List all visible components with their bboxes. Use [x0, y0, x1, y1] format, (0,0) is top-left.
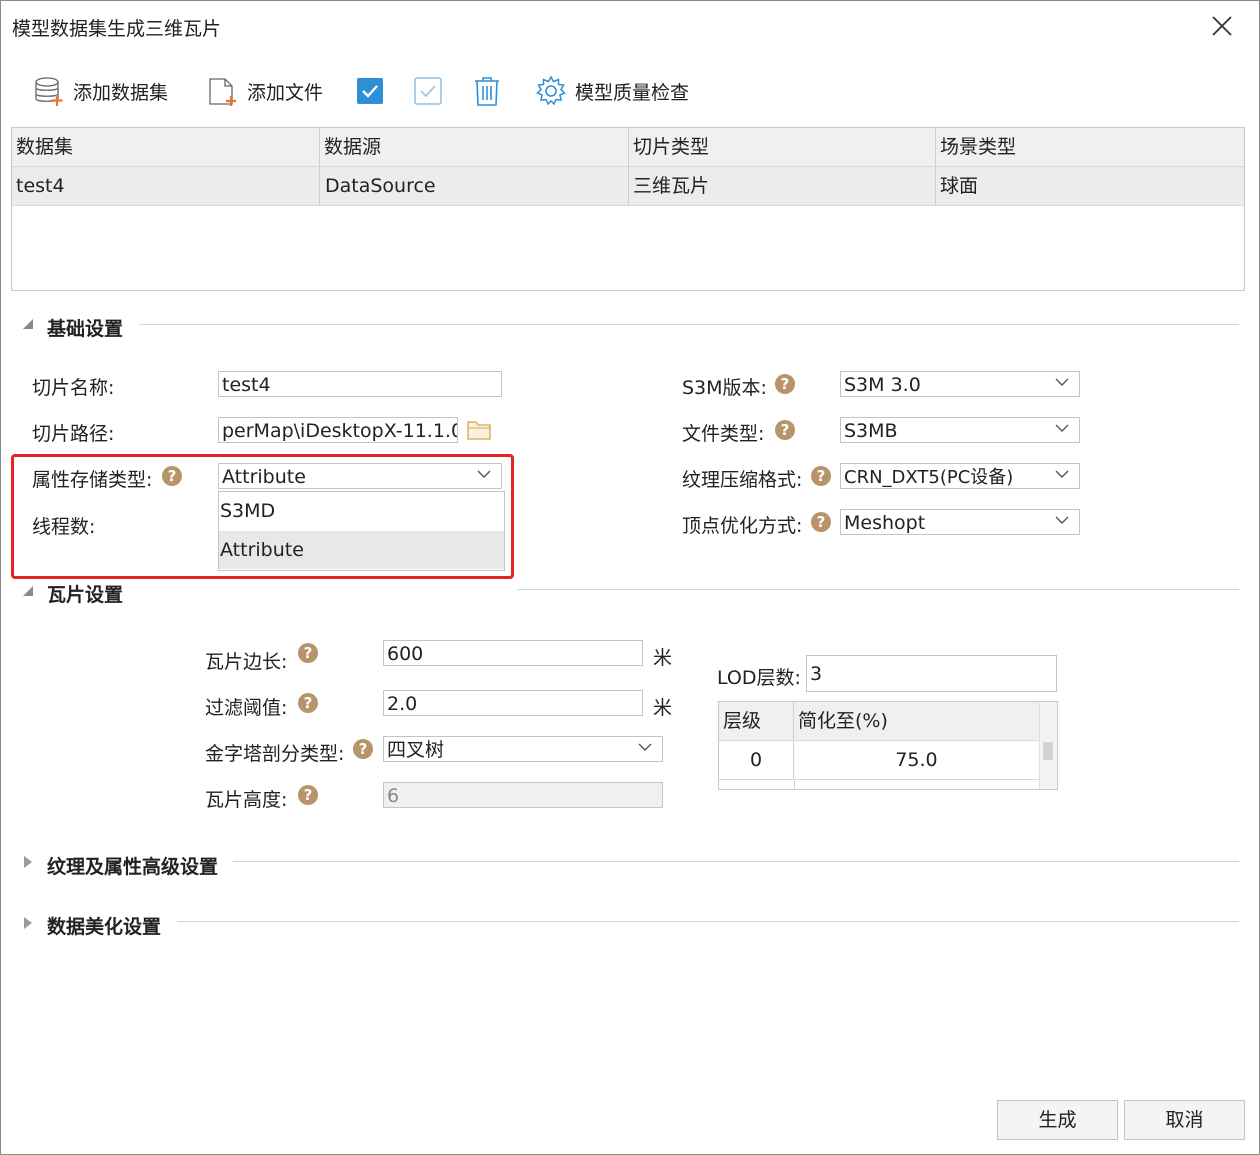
- help-icon[interactable]: ?: [811, 512, 831, 532]
- dialog-window: 模型数据集生成三维瓦片 添加数据集 添加文件 模型质量检查 数据集 数据源 切片…: [0, 0, 1260, 1155]
- filter-threshold-label: 过滤阈值:: [205, 697, 288, 719]
- add-dataset-button[interactable]: 添加数据集: [33, 71, 168, 111]
- tile-edge-input[interactable]: 600: [383, 640, 643, 666]
- lod-table: 层级 简化至(%) 0 75.0: [718, 701, 1058, 790]
- lod-scrollbar[interactable]: [1039, 702, 1057, 789]
- pyramid-type-select[interactable]: 四叉树: [383, 736, 663, 762]
- quality-check-label: 模型质量检查: [575, 81, 690, 104]
- column-header-dataset[interactable]: 数据集: [12, 128, 320, 166]
- tile-edge-unit: 米: [653, 647, 673, 669]
- file-type-select[interactable]: S3MB: [840, 417, 1080, 443]
- select-all-checkbox-icon[interactable]: [356, 77, 384, 105]
- close-icon[interactable]: [1209, 13, 1235, 39]
- delete-icon[interactable]: [473, 76, 501, 106]
- window-title: 模型数据集生成三维瓦片: [12, 18, 222, 40]
- cell-datasource[interactable]: DataSource: [320, 167, 629, 205]
- help-icon[interactable]: ?: [775, 420, 795, 440]
- file-add-icon: [209, 78, 236, 106]
- section-beautify-title[interactable]: 数据美化设置: [47, 912, 161, 939]
- chevron-down-icon: [1055, 470, 1069, 478]
- chevron-down-icon: [1055, 424, 1069, 432]
- collapse-triangle-icon[interactable]: [22, 585, 34, 597]
- expand-triangle-icon[interactable]: [22, 855, 34, 869]
- s3m-version-select[interactable]: S3M 3.0: [840, 371, 1080, 397]
- lod-header-simplify[interactable]: 简化至(%): [794, 702, 1039, 740]
- tile-path-label: 切片路径:: [32, 423, 115, 445]
- column-header-tile-type[interactable]: 切片类型: [629, 128, 936, 166]
- tile-name-input[interactable]: test4: [218, 371, 502, 397]
- table-row[interactable]: test4 DataSource 三维瓦片 球面: [12, 167, 1244, 206]
- highlight-annotation-box: [11, 454, 514, 579]
- help-icon[interactable]: ?: [298, 693, 318, 713]
- help-icon[interactable]: ?: [353, 739, 373, 759]
- tile-name-label: 切片名称:: [32, 377, 115, 399]
- tile-edge-label: 瓦片边长:: [205, 651, 288, 673]
- add-dataset-label: 添加数据集: [73, 81, 169, 104]
- lod-count-label: LOD层数:: [717, 667, 801, 689]
- cancel-button[interactable]: 取消: [1124, 1100, 1245, 1140]
- vertex-optimization-label: 顶点优化方式:: [682, 515, 803, 537]
- tile-path-input[interactable]: perMap\iDesktopX-11.1.0: [218, 417, 458, 443]
- lod-cell-level[interactable]: 0: [719, 741, 794, 779]
- lod-cell-simplify[interactable]: 75.0: [794, 741, 1039, 779]
- s3m-version-label: S3M版本:: [682, 377, 767, 399]
- collapse-triangle-icon[interactable]: [22, 318, 34, 330]
- help-icon[interactable]: ?: [811, 466, 831, 486]
- chevron-down-icon: [638, 743, 652, 751]
- file-type-label: 文件类型:: [682, 423, 765, 445]
- cell-scene-type[interactable]: 球面: [936, 167, 1244, 205]
- section-divider: [139, 324, 1239, 325]
- help-icon[interactable]: ?: [298, 785, 318, 805]
- chevron-down-icon: [1055, 378, 1069, 386]
- filter-threshold-input[interactable]: 2.0: [383, 690, 643, 716]
- folder-icon[interactable]: [466, 419, 492, 441]
- lod-header-level[interactable]: 层级: [719, 702, 794, 740]
- texture-compression-label: 纹理压缩格式:: [682, 469, 803, 491]
- table-row[interactable]: 0 75.0: [719, 741, 1039, 780]
- filter-threshold-unit: 米: [653, 697, 673, 719]
- chevron-down-icon: [1055, 516, 1069, 524]
- vertex-optimization-select[interactable]: Meshopt: [840, 509, 1080, 535]
- quality-check-button[interactable]: 模型质量检查: [535, 71, 689, 111]
- dataset-table: 数据集 数据源 切片类型 场景类型 test4 DataSource 三维瓦片 …: [11, 127, 1245, 291]
- expand-triangle-icon[interactable]: [22, 916, 34, 930]
- column-header-datasource[interactable]: 数据源: [320, 128, 629, 166]
- help-icon[interactable]: ?: [298, 643, 318, 663]
- column-header-scene-type[interactable]: 场景类型: [936, 128, 1244, 166]
- texture-compression-select[interactable]: CRN_DXT5(PC设备): [840, 463, 1080, 489]
- table-header-row: 数据集 数据源 切片类型 场景类型: [12, 128, 1244, 167]
- cell-tile-type[interactable]: 三维瓦片: [629, 167, 936, 205]
- help-icon[interactable]: ?: [775, 374, 795, 394]
- cell-dataset[interactable]: test4: [12, 167, 320, 205]
- file-type-selected: S3MB: [844, 420, 898, 442]
- tile-height-input: 6: [383, 782, 663, 808]
- section-basic-title[interactable]: 基础设置: [47, 314, 123, 341]
- gear-icon: [536, 75, 566, 106]
- pyramid-type-selected: 四叉树: [387, 739, 445, 761]
- pyramid-type-label: 金字塔剖分类型:: [205, 743, 345, 765]
- section-divider: [517, 589, 1239, 590]
- section-divider: [177, 921, 1239, 922]
- section-texture-attr-title[interactable]: 纹理及属性高级设置: [47, 852, 218, 879]
- vertex-optimization-selected: Meshopt: [844, 512, 926, 534]
- lod-count-input[interactable]: 3: [806, 655, 1057, 692]
- section-tile-title[interactable]: 瓦片设置: [47, 580, 123, 607]
- tile-height-label: 瓦片高度:: [205, 789, 288, 811]
- database-add-icon: [35, 77, 63, 106]
- section-divider: [233, 861, 1239, 862]
- title-bar: 模型数据集生成三维瓦片: [1, 1, 1259, 49]
- lod-table-divider: [794, 780, 795, 789]
- lod-table-header: 层级 简化至(%): [719, 702, 1039, 741]
- lod-scrollbar-thumb[interactable]: [1043, 742, 1053, 760]
- deselect-checkbox-icon[interactable]: [414, 77, 442, 105]
- s3m-version-selected: S3M 3.0: [844, 374, 921, 396]
- texture-compression-selected: CRN_DXT5(PC设备): [844, 467, 1014, 488]
- add-file-button[interactable]: 添加文件: [207, 71, 323, 111]
- add-file-label: 添加文件: [247, 81, 324, 104]
- generate-button[interactable]: 生成: [997, 1100, 1118, 1140]
